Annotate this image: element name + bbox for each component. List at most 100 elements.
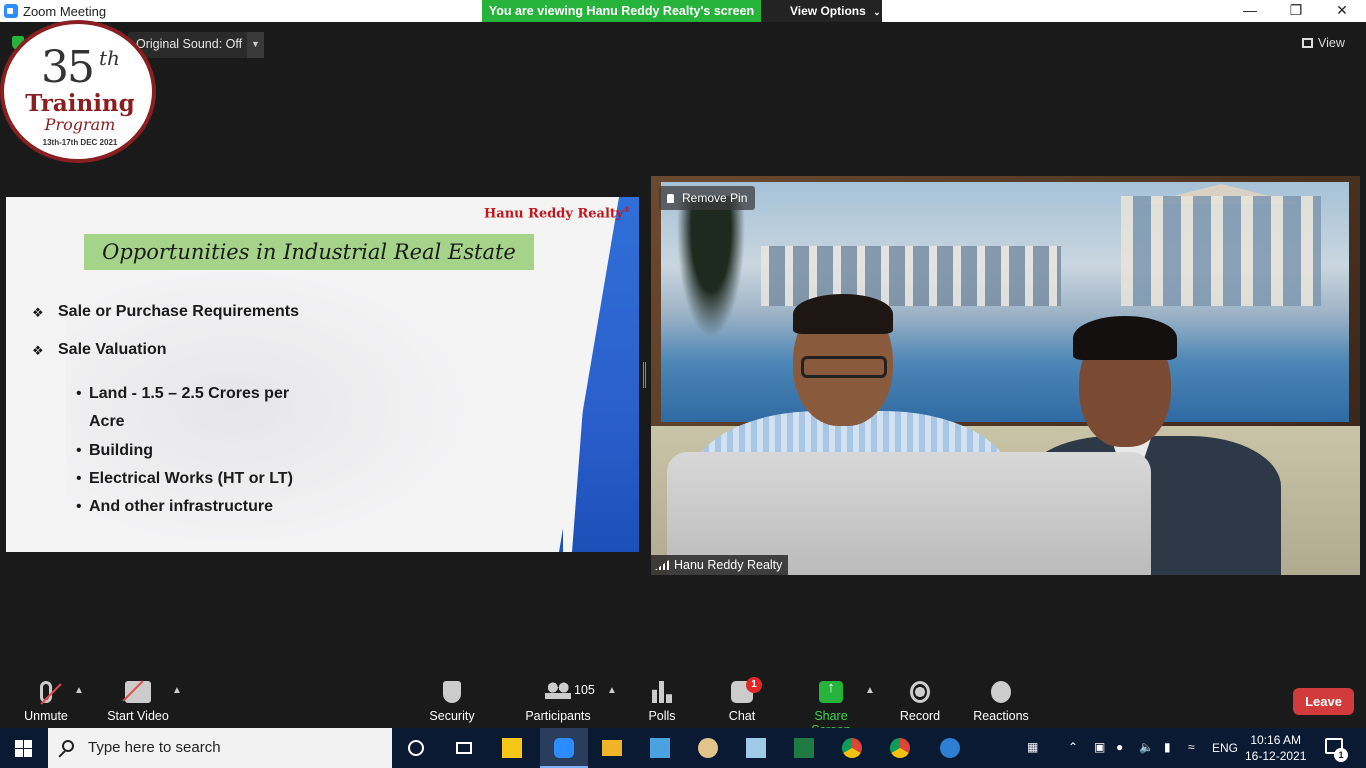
microphone-icon[interactable]: ● bbox=[1116, 740, 1123, 754]
viewing-screen-banner: You are viewing Hanu Reddy Realty's scre… bbox=[482, 0, 761, 22]
clock-time: 10:16 AM bbox=[1250, 733, 1302, 747]
cortana-button[interactable] bbox=[392, 728, 440, 768]
taskbar-app-help[interactable] bbox=[926, 728, 974, 768]
meeting-toolbar: Unmute ▲ Start Video ▲ Security Particip… bbox=[0, 673, 1366, 737]
record-button[interactable]: Record bbox=[898, 681, 942, 723]
speaker-muted-icon[interactable]: 🔈 bbox=[1139, 740, 1154, 754]
participant-left-hair bbox=[793, 294, 893, 334]
participants-label: Participants bbox=[525, 709, 591, 723]
signal-bars-icon bbox=[655, 560, 669, 570]
chat-unread-badge: 1 bbox=[746, 677, 762, 693]
notes-icon bbox=[746, 738, 766, 758]
badge-number: 35 bbox=[41, 42, 95, 93]
pinned-video-tile[interactable]: Remove Pin Hanu Reddy Realty bbox=[651, 176, 1360, 575]
windows-start-icon[interactable] bbox=[15, 740, 32, 757]
polls-button[interactable]: Polls bbox=[640, 681, 684, 723]
diamond-bullet-icon: ❖ bbox=[32, 343, 44, 358]
meet-now-icon[interactable]: ▣ bbox=[1094, 740, 1105, 754]
audio-settings-caret[interactable]: ▲ bbox=[74, 685, 84, 696]
paint-palette-icon bbox=[698, 738, 718, 758]
record-icon bbox=[910, 681, 930, 703]
chrome-icon bbox=[842, 738, 862, 758]
dot-bullet-icon: • bbox=[76, 470, 82, 487]
taskbar-app-presentation[interactable] bbox=[636, 728, 684, 768]
excel-icon bbox=[794, 738, 814, 758]
taskbar-app-chrome-1[interactable] bbox=[828, 728, 876, 768]
taskbar-app-sticky-notes[interactable] bbox=[488, 728, 536, 768]
reactions-label: Reactions bbox=[973, 709, 1029, 723]
view-options-label: View Options bbox=[790, 4, 866, 18]
chat-label: Chat bbox=[728, 709, 756, 723]
zoom-taskbar-icon bbox=[554, 738, 574, 758]
view-layout-button[interactable]: View bbox=[1302, 32, 1345, 54]
slide-heading: Opportunities in Industrial Real Estate bbox=[102, 240, 516, 264]
badge-line2: Program bbox=[44, 115, 116, 134]
slide-sub-bullet: And other infrastructure bbox=[89, 498, 274, 515]
chrome-icon bbox=[890, 738, 910, 758]
pin-icon bbox=[667, 194, 674, 203]
audio-options-caret[interactable]: ▼ bbox=[247, 32, 264, 58]
dot-bullet-icon: • bbox=[76, 385, 82, 402]
close-button[interactable]: ✕ bbox=[1319, 0, 1365, 22]
taskbar-clock[interactable]: 10:16 AM 16-12-2021 bbox=[1245, 732, 1306, 764]
input-language[interactable]: ENG bbox=[1212, 741, 1238, 755]
badge-dates: 13th-17th DEC 2021 bbox=[42, 138, 118, 147]
view-options-button[interactable]: View Options ⌄ bbox=[761, 0, 882, 22]
zoom-app-icon bbox=[4, 4, 18, 18]
presentation-icon bbox=[650, 738, 670, 758]
taskbar-app-chrome-2[interactable] bbox=[876, 728, 924, 768]
unmute-button[interactable]: Unmute bbox=[18, 681, 74, 723]
share-screen-caret[interactable]: ▲ bbox=[865, 685, 875, 696]
unmute-label: Unmute bbox=[24, 709, 68, 723]
badge-line1: Training bbox=[25, 90, 135, 117]
slide-bullet: Sale or Purchase Requirements bbox=[58, 303, 299, 320]
participants-caret[interactable]: ▲ bbox=[607, 685, 617, 696]
search-placeholder: Type here to search bbox=[88, 739, 221, 756]
action-center-keyboard-icon[interactable]: ▦ bbox=[1027, 740, 1038, 754]
help-icon bbox=[940, 738, 960, 758]
participant-count: 105 bbox=[574, 683, 595, 697]
badge-suffix: th bbox=[99, 46, 120, 70]
window-title: Zoom Meeting bbox=[23, 4, 107, 19]
minimize-button[interactable]: — bbox=[1227, 0, 1273, 22]
search-icon bbox=[62, 740, 74, 752]
taskbar-app-zoom[interactable] bbox=[540, 728, 588, 768]
remove-pin-label: Remove Pin bbox=[682, 191, 748, 205]
taskbar-app-notes[interactable] bbox=[732, 728, 780, 768]
dot-bullet-icon: • bbox=[76, 498, 82, 515]
painting-temple bbox=[1121, 196, 1321, 306]
original-sound-toggle[interactable]: Original Sound: Off bbox=[128, 32, 251, 58]
start-video-label: Start Video bbox=[107, 709, 169, 723]
diamond-bullet-icon: ❖ bbox=[32, 305, 44, 320]
reactions-button[interactable]: Reactions bbox=[972, 681, 1030, 723]
security-button[interactable]: Security bbox=[424, 681, 480, 723]
taskbar-app-paint[interactable] bbox=[684, 728, 732, 768]
battery-icon[interactable]: ▮ bbox=[1164, 740, 1171, 754]
show-hidden-icons-chevron-icon[interactable]: ⌃ bbox=[1068, 740, 1078, 754]
video-settings-caret[interactable]: ▲ bbox=[172, 685, 182, 696]
taskbar-app-file-explorer[interactable] bbox=[588, 728, 636, 768]
video-off-icon bbox=[125, 681, 151, 703]
windows-taskbar: Type here to search ▦ ⌃ ▣ ● 🔈 ▮ ≈ ENG 10… bbox=[0, 728, 1366, 768]
participant-left-glasses bbox=[801, 356, 887, 378]
shared-screen-slide: Hanu Reddy Realty® Opportunities in Indu… bbox=[6, 197, 639, 552]
share-screen-icon bbox=[819, 679, 843, 703]
task-view-icon bbox=[456, 742, 472, 754]
participant-right-hair bbox=[1073, 316, 1177, 360]
shield-icon bbox=[443, 681, 461, 703]
taskbar-app-excel[interactable] bbox=[780, 728, 828, 768]
dot-bullet-icon: • bbox=[76, 442, 82, 459]
remove-pin-button[interactable]: Remove Pin bbox=[659, 186, 756, 210]
restore-button[interactable]: ❐ bbox=[1273, 0, 1319, 22]
record-label: Record bbox=[899, 709, 941, 723]
wifi-icon[interactable]: ≈ bbox=[1188, 740, 1195, 754]
taskbar-search-box[interactable]: Type here to search bbox=[48, 728, 392, 768]
split-view-drag-handle[interactable] bbox=[643, 362, 646, 388]
microphone-muted-icon bbox=[40, 681, 52, 703]
sticky-notes-icon bbox=[502, 738, 522, 758]
leave-button[interactable]: Leave bbox=[1293, 688, 1354, 715]
start-video-button[interactable]: Start Video bbox=[104, 681, 172, 723]
cortana-circle-icon bbox=[408, 740, 424, 756]
clock-date: 16-12-2021 bbox=[1245, 749, 1307, 763]
task-view-button[interactable] bbox=[440, 728, 488, 768]
